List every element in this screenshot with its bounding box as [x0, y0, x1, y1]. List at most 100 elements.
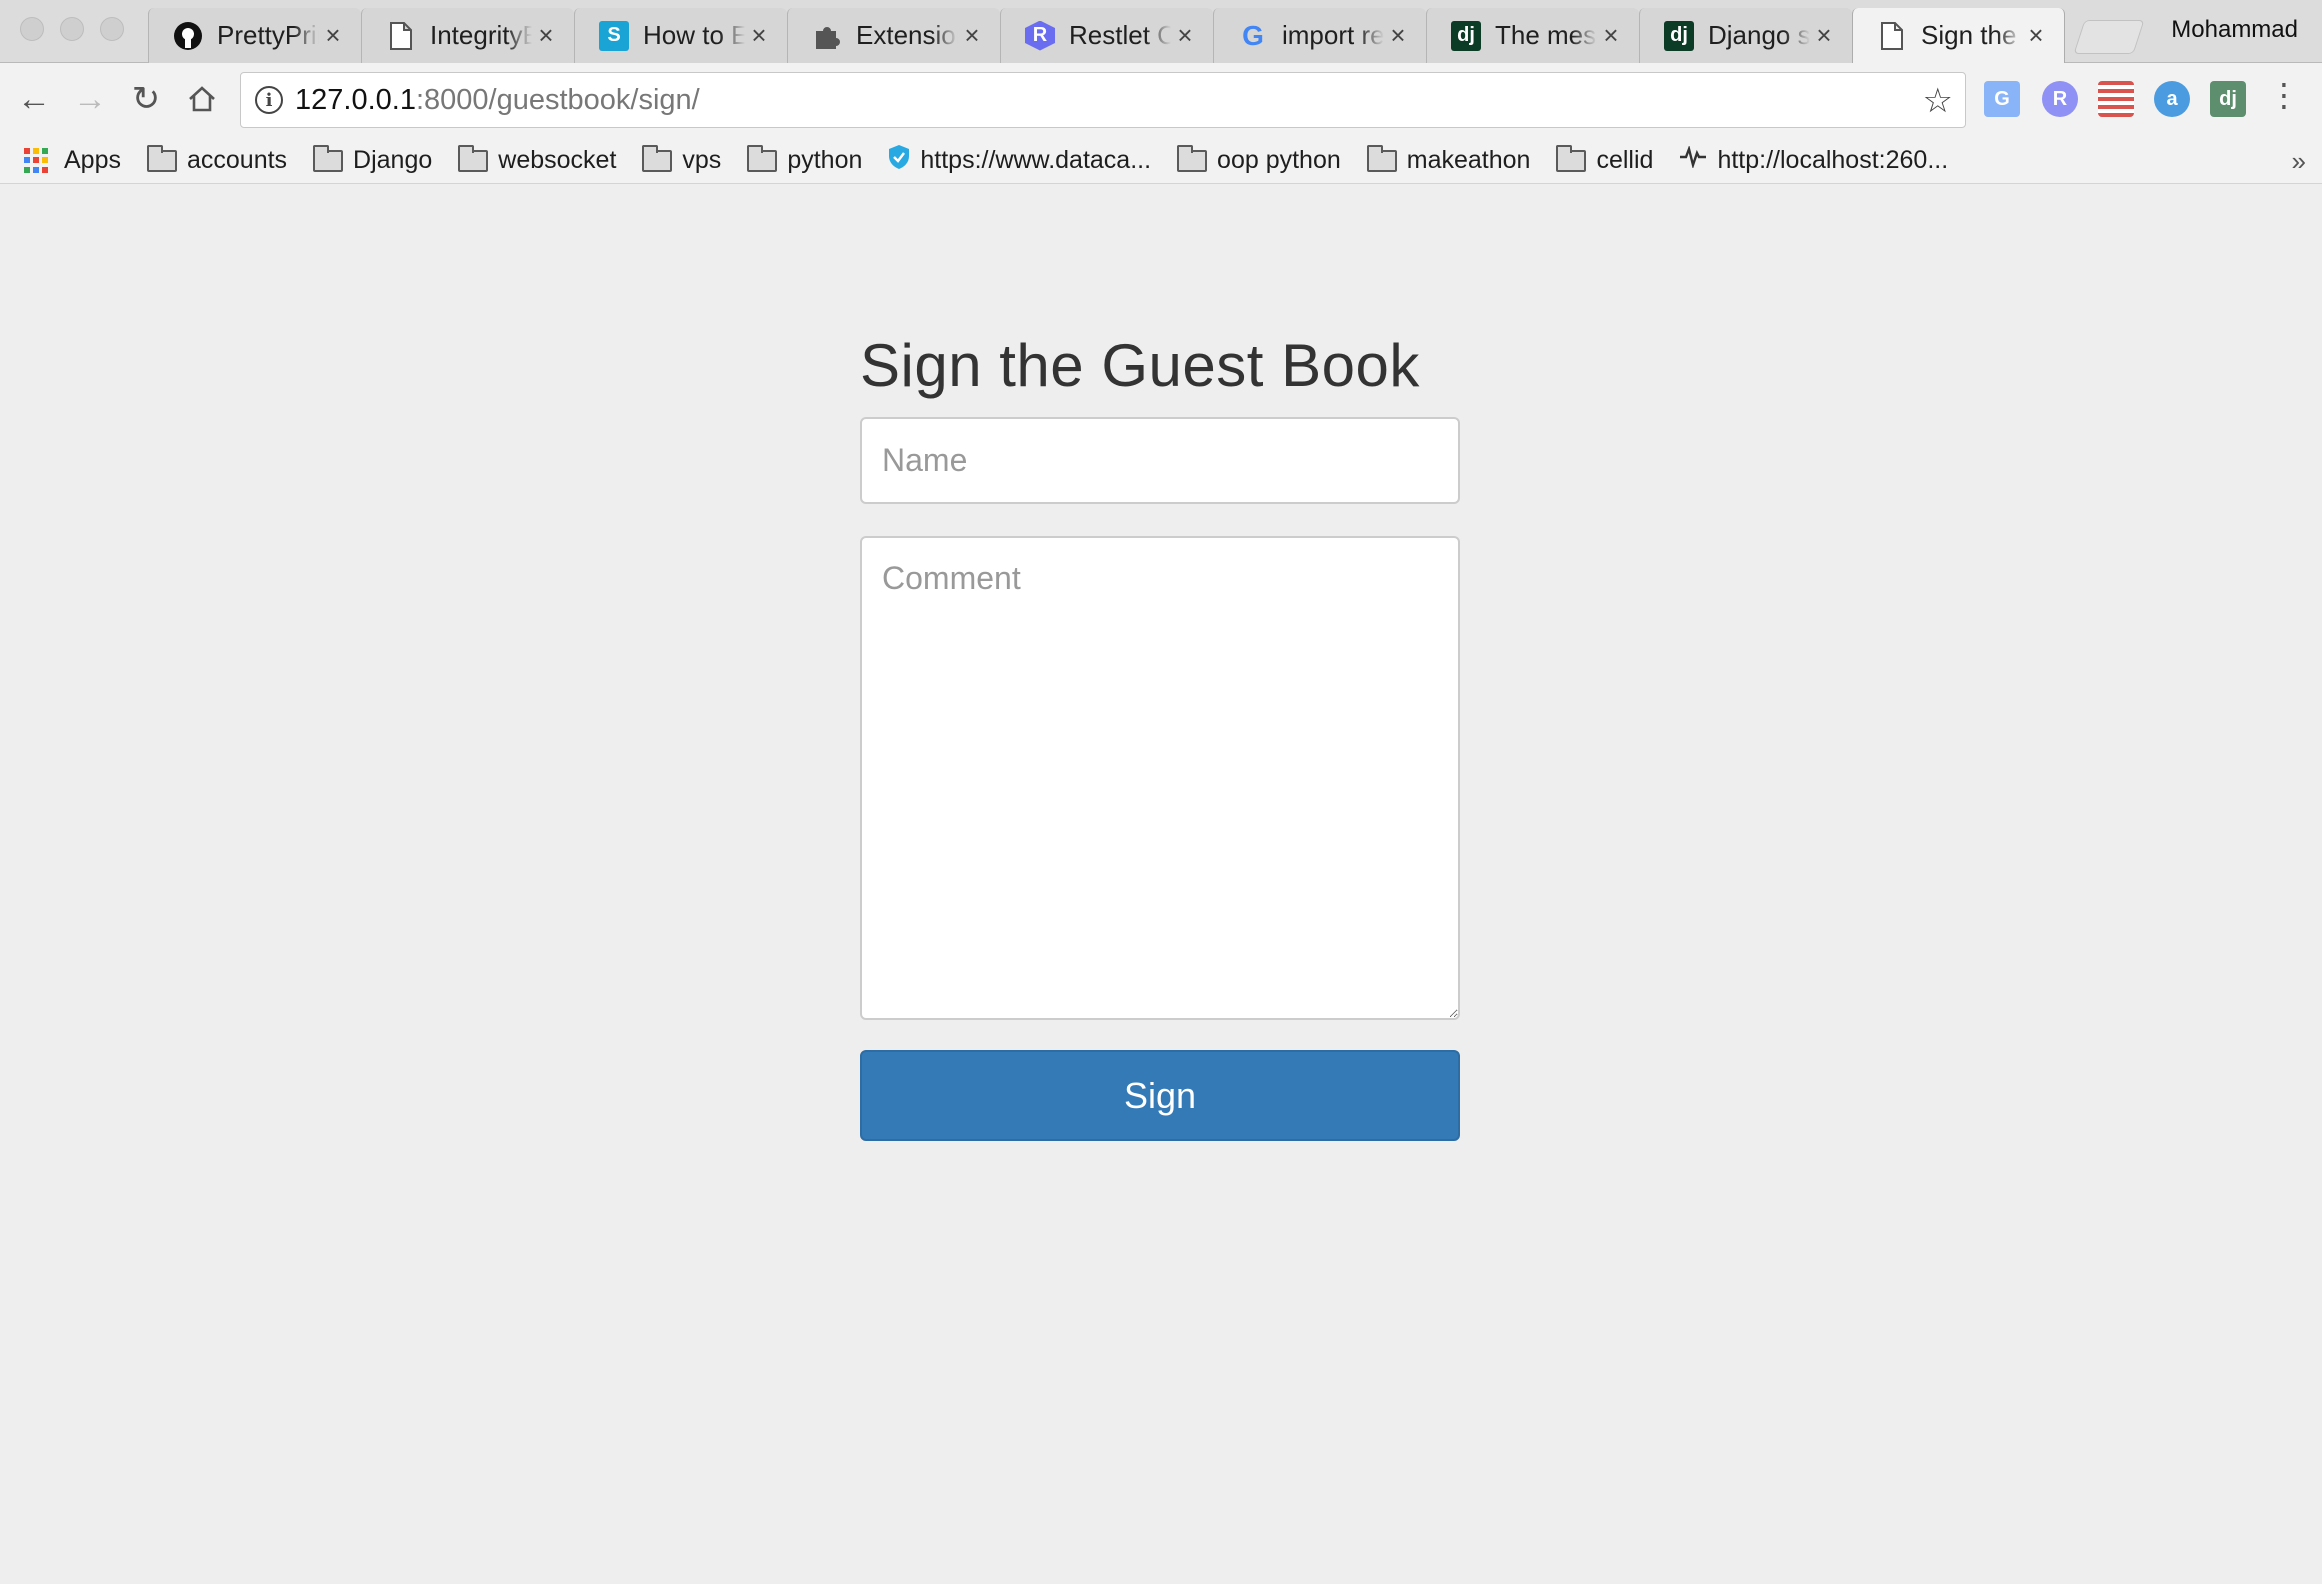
- bookmark-label: Apps: [64, 146, 121, 174]
- page-title: Sign the Guest Book: [860, 332, 1420, 399]
- bookmark-django[interactable]: Django: [313, 144, 433, 175]
- tab-title: PrettyPrint: [217, 20, 319, 50]
- bookmark-label: https://www.dataca...: [920, 146, 1152, 174]
- bookmark-label: vps: [682, 146, 722, 174]
- browser-toolbar: ← → ↻ i 127.0.0.1:8000/guestbook/sign/ ☆…: [0, 63, 2322, 138]
- shield-icon: [888, 144, 910, 177]
- close-tab-icon[interactable]: ×: [745, 20, 773, 51]
- tab-title: The messages: [1495, 20, 1597, 50]
- bookmark-accounts[interactable]: accounts: [146, 144, 288, 175]
- bookmark-label: accounts: [186, 146, 288, 174]
- folder-icon: [747, 144, 778, 172]
- bookmark-http-localhost-260[interactable]: http://localhost:260...: [1679, 144, 1949, 175]
- folder-icon: [1366, 144, 1397, 172]
- close-tab-icon[interactable]: ×: [1384, 20, 1412, 51]
- guestbook-form: Sign the Guest Book Sign: [860, 331, 1460, 1141]
- translate-extension-icon[interactable]: G: [1984, 81, 2020, 117]
- django-icon: dj: [1664, 20, 1694, 51]
- bookmarks-overflow-icon[interactable]: »: [2292, 146, 2306, 177]
- forward-arrow-icon[interactable]: →: [68, 77, 112, 121]
- close-tab-icon[interactable]: ×: [1171, 20, 1199, 51]
- bookmark-python[interactable]: python: [747, 144, 862, 175]
- folder-icon: [458, 144, 489, 172]
- github-icon: [173, 21, 203, 51]
- close-tab-icon[interactable]: ×: [532, 20, 560, 51]
- close-tab-icon[interactable]: ×: [1810, 20, 1838, 51]
- sign-button[interactable]: Sign: [860, 1050, 1460, 1141]
- restlet-extension-icon[interactable]: R: [2042, 81, 2078, 117]
- comment-textarea[interactable]: [860, 536, 1460, 1020]
- tab-4[interactable]: R Restlet Client×: [1000, 8, 1213, 63]
- folder-icon: [1556, 144, 1587, 172]
- reload-icon[interactable]: ↻: [124, 77, 168, 121]
- puzzle-icon: [812, 21, 842, 51]
- bookmark-label: makeathon: [1406, 146, 1531, 174]
- back-arrow-icon[interactable]: ←: [12, 77, 56, 121]
- new-tab-button[interactable]: [2073, 20, 2145, 54]
- bookmark-label: Django: [353, 146, 433, 174]
- tab-title: How to Edit: [643, 20, 745, 50]
- site-info-icon[interactable]: i: [255, 86, 283, 114]
- bookmark-apps[interactable]: Apps: [24, 146, 121, 175]
- profile-name[interactable]: Mohammad: [2171, 16, 2298, 44]
- restlet-icon: R: [1025, 20, 1055, 51]
- tab-title: import re: [1282, 20, 1384, 50]
- close-tab-icon[interactable]: ×: [2022, 20, 2050, 51]
- tab-title: IntegrityError: [430, 20, 532, 50]
- folder-icon: [313, 144, 344, 172]
- bookmark-star-icon[interactable]: ☆: [1923, 81, 1953, 121]
- url-path: :8000/guestbook/sign/: [415, 83, 700, 116]
- bookmark-makeathon[interactable]: makeathon: [1366, 144, 1531, 175]
- tab-title: Extensions: [856, 20, 958, 50]
- maximize-window-button[interactable]: [100, 17, 124, 41]
- tab-strip: PrettyPrint×IntegrityError×SHow to Edit×…: [0, 0, 2322, 63]
- bookmark-label: cellid: [1596, 146, 1654, 174]
- name-input[interactable]: [860, 417, 1460, 504]
- tab-1[interactable]: IntegrityError×: [361, 8, 574, 63]
- folder-icon: [1177, 144, 1208, 172]
- bookmark-label: oop python: [1217, 146, 1341, 174]
- tab-3[interactable]: Extensions×: [787, 8, 1000, 63]
- tab-2[interactable]: S How to Edit×: [574, 8, 787, 63]
- bookmark-oop-python[interactable]: oop python: [1177, 144, 1341, 175]
- document-icon: [386, 21, 416, 51]
- bookmarks-bar: Apps accounts Django websocket vps python http…: [0, 138, 2322, 184]
- bookmark-cellid[interactable]: cellid: [1556, 144, 1654, 175]
- folder-icon: [642, 144, 673, 172]
- bookmark-label: websocket: [498, 146, 617, 174]
- close-window-button[interactable]: [20, 17, 44, 41]
- close-tab-icon[interactable]: ×: [1597, 20, 1625, 51]
- tab-5[interactable]: Gimport re ×: [1213, 8, 1426, 63]
- google-icon: G: [1242, 19, 1264, 51]
- bookmark-https-www-dataca[interactable]: https://www.dataca...: [888, 144, 1151, 177]
- bookmark-label: http://localhost:260...: [1717, 146, 1949, 174]
- tab-7[interactable]: dj Django shell×: [1639, 8, 1852, 63]
- tab-title: Django shell: [1708, 20, 1810, 50]
- close-tab-icon[interactable]: ×: [319, 20, 347, 51]
- bookmark-vps[interactable]: vps: [642, 144, 722, 175]
- minimize-window-button[interactable]: [60, 17, 84, 41]
- s-logo-icon: S: [599, 20, 629, 51]
- tab-title: Restlet Client: [1069, 20, 1171, 50]
- url-host: 127.0.0.1: [295, 83, 416, 116]
- home-icon[interactable]: [180, 77, 224, 121]
- document-icon: [1877, 21, 1907, 51]
- close-tab-icon[interactable]: ×: [958, 20, 986, 51]
- tab-0[interactable]: PrettyPrint×: [148, 8, 361, 63]
- pulse-icon: [1679, 144, 1707, 175]
- tab-title: Sign the Guest Book: [1921, 20, 2022, 50]
- menu-dots-icon[interactable]: ⋮: [2268, 79, 2300, 111]
- address-bar[interactable]: i 127.0.0.1:8000/guestbook/sign/ ☆: [240, 72, 1966, 128]
- tab-6[interactable]: dj The messages×: [1426, 8, 1639, 63]
- django-extension-icon[interactable]: dj: [2210, 81, 2246, 117]
- a-extension-icon[interactable]: a: [2154, 81, 2190, 117]
- apps-grid-icon: [24, 147, 50, 174]
- tab-8[interactable]: Sign the Guest Book×: [1852, 8, 2065, 63]
- page-body: Sign the Guest Book Sign: [0, 184, 2322, 1584]
- window-controls: [20, 17, 124, 41]
- django-icon: dj: [1451, 20, 1481, 51]
- flag-extension-icon[interactable]: [2098, 81, 2134, 117]
- bookmark-websocket[interactable]: websocket: [458, 144, 617, 175]
- tab-list: PrettyPrint×IntegrityError×SHow to Edit×…: [148, 8, 2145, 63]
- folder-icon: [146, 144, 177, 172]
